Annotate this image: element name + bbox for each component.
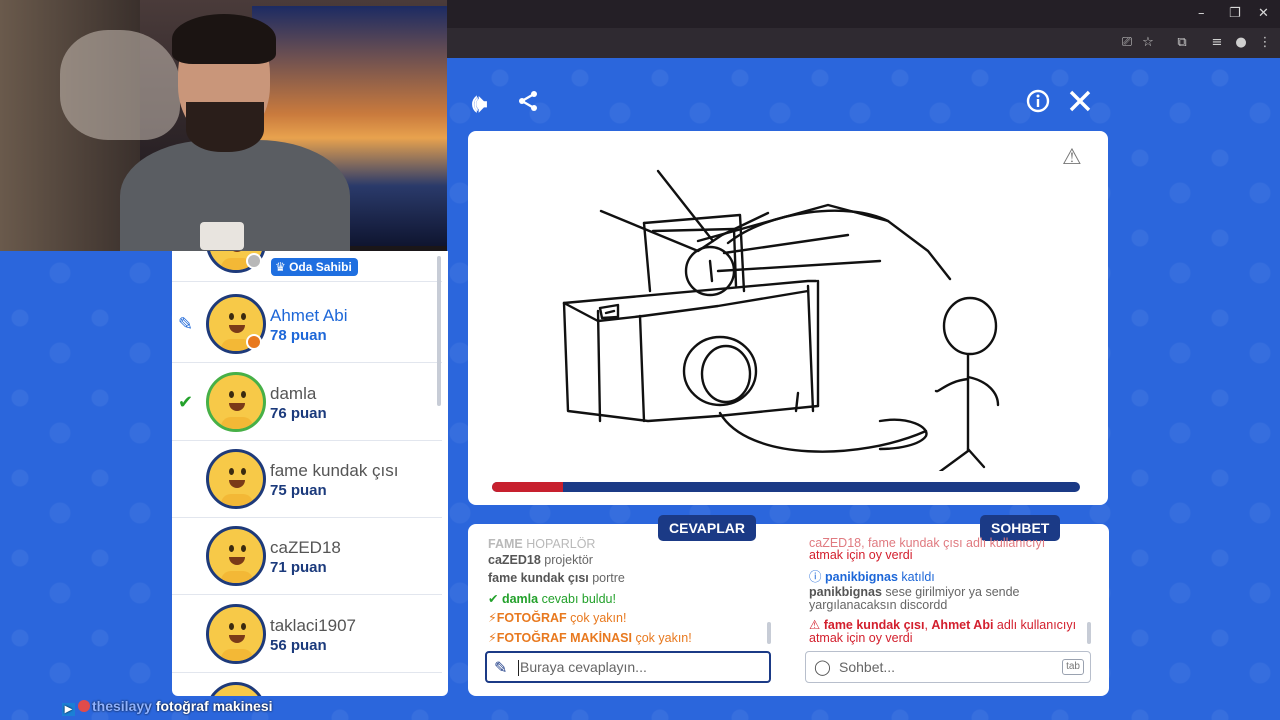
chat-bubble-icon: ◯	[814, 658, 831, 676]
streamer-badge-icon: ▶	[62, 703, 75, 716]
player-row: ✎ Ahmet Abi 78 puan	[172, 286, 442, 363]
tab-answers[interactable]: CEVAPLAR	[658, 515, 756, 541]
answer-item-close: ⚡FOTOĞRAF çok yakın!	[488, 611, 627, 625]
player-score: 56 puan	[270, 637, 327, 654]
player-avatar	[206, 604, 266, 664]
browser-menu-icon[interactable]: ⋮	[1257, 35, 1273, 51]
status-dot	[246, 334, 262, 350]
player-name: taklaci1907	[270, 616, 357, 635]
pencil-icon: ✎	[494, 658, 508, 677]
chat-message-vote-cont: atmak için oy verdi	[809, 631, 913, 645]
chat-message-join: ⓘ panikbignas katıldı	[809, 570, 935, 584]
answer-item-found: ✔ damla cevabı buldu!	[488, 592, 616, 606]
timer-bar	[492, 482, 1080, 492]
close-window-button[interactable]: ✕	[1258, 6, 1269, 21]
info-icon[interactable]	[1026, 89, 1050, 119]
reading-list-icon[interactable]: ≡	[1209, 35, 1225, 51]
chat-message-vote-cont: atmak için oy verdi	[809, 548, 913, 562]
player-avatar	[206, 526, 266, 586]
check-icon: ✔	[488, 592, 499, 606]
player-row: fame kundak çısı 75 puan	[172, 441, 442, 518]
players-panel: ♛ Oda Sahibi ✎ Ahmet Abi 78 puan ✔ damla…	[172, 251, 448, 696]
player-row: ✔ damla 76 puan	[172, 364, 442, 441]
player-avatar	[206, 449, 266, 509]
speaker-icon[interactable]: 🕪	[472, 89, 487, 117]
answer-input[interactable]: ✎ Buraya cevaplayın...	[485, 651, 771, 683]
player-row: taklaci1907 56 puan	[172, 596, 442, 673]
player-name: caZED18	[270, 538, 341, 557]
bookmark-star-icon[interactable]: ☆	[1140, 35, 1156, 51]
timer-fill	[492, 482, 563, 492]
owner-badge: ♛ Oda Sahibi	[271, 258, 358, 276]
player-row-owner: ♛ Oda Sahibi	[172, 251, 442, 282]
player-avatar	[206, 682, 266, 696]
share-icon[interactable]	[516, 89, 540, 119]
cast-icon[interactable]: ⎚	[1119, 35, 1135, 51]
minimize-button[interactable]: –	[1198, 6, 1205, 21]
status-dot	[246, 253, 262, 269]
chat-message-vote: ⚠ fame kundak çısı, Ahmet Abi adlı kulla…	[809, 618, 1077, 632]
info-circle-icon: ⓘ	[809, 570, 822, 584]
answers-scrollbar[interactable]	[767, 622, 771, 644]
close-icon[interactable]	[1068, 89, 1092, 119]
chat-scrollbar[interactable]	[1087, 622, 1091, 644]
answer-item: FAME HOPARLÖR	[488, 537, 596, 551]
player-name: damla	[270, 384, 317, 403]
answer-item-close: ⚡FOTOĞRAF MAKİNASI çok yakın!	[488, 631, 692, 645]
player-name: Ahmet Abi	[270, 306, 348, 325]
restore-button[interactable]: ❐	[1229, 6, 1241, 21]
user-badge-icon	[78, 700, 90, 712]
drawing-canvas[interactable]: ⚠	[468, 131, 1108, 505]
tab-key-hint: tab	[1062, 659, 1084, 675]
profile-avatar-icon[interactable]: ●	[1233, 35, 1249, 51]
chat-message-cont: yargılanacaksın discordd	[809, 598, 948, 612]
check-icon: ✔	[178, 392, 194, 413]
warning-icon: ⚠	[809, 618, 821, 632]
extensions-icon[interactable]: ⧉	[1174, 35, 1190, 51]
pencil-icon: ✎	[178, 314, 194, 335]
chat-input-placeholder: Sohbet...	[839, 659, 896, 675]
drawing-strokes	[562, 169, 1000, 471]
warning-icon[interactable]: ⚠	[1062, 145, 1082, 170]
player-score: 71 puan	[270, 559, 327, 576]
stream-username: thesilayy	[92, 698, 152, 714]
player-score: 78 puan	[270, 327, 327, 344]
player-avatar	[206, 372, 266, 432]
players-scrollbar[interactable]	[437, 256, 441, 406]
answer-item: fame kundak çısı portre	[488, 571, 625, 585]
webcam-overlay	[0, 0, 447, 251]
stream-chat-line: ▶ thesilayy fotoğraf makinesi	[62, 698, 273, 716]
player-name: fame kundak çısı	[270, 461, 399, 480]
bolt-icon: ⚡	[488, 631, 497, 645]
player-score: 75 puan	[270, 482, 327, 499]
player-row: caZED18 71 puan	[172, 518, 442, 595]
bolt-icon: ⚡	[488, 611, 497, 625]
player-row-partial	[172, 674, 442, 696]
player-score: 76 puan	[270, 405, 327, 422]
stream-message: fotoğraf makinesi	[155, 698, 273, 714]
chat-input[interactable]: ◯ Sohbet... tab	[805, 651, 1091, 683]
chat-message: panikbignas sese girilmiyor ya sende	[809, 585, 1020, 599]
answer-input-placeholder: Buraya cevaplayın...	[520, 659, 647, 675]
answer-item: caZED18 projektör	[488, 553, 593, 567]
